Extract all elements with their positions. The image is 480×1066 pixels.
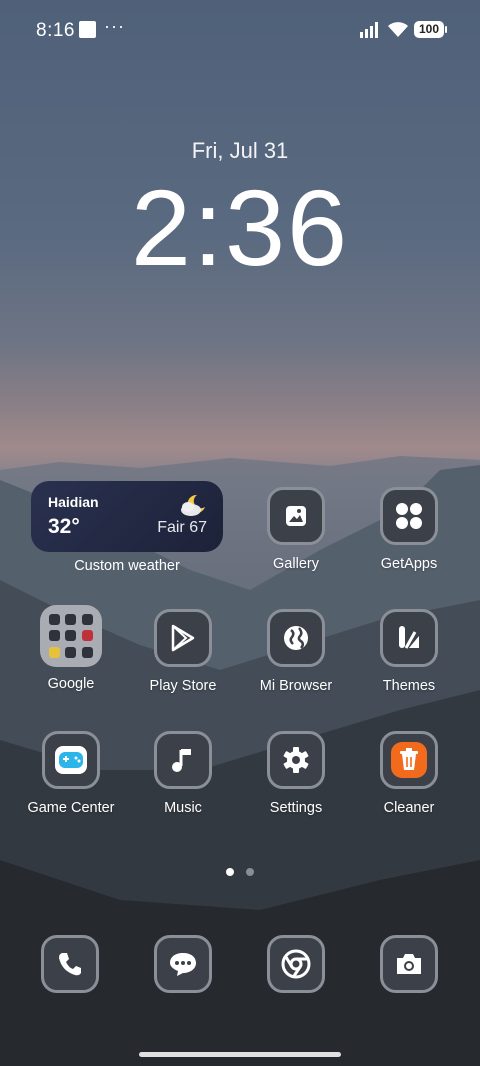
clock-widget[interactable]: 2:36 [0, 168, 480, 288]
dock-messages[interactable] [128, 935, 238, 993]
globe-icon[interactable] [267, 609, 325, 667]
more-notifications-icon: ··· [104, 16, 125, 36]
getapps-icon[interactable] [380, 487, 438, 545]
app-label: Music [164, 800, 202, 816]
dock-chrome[interactable] [241, 935, 351, 993]
app-label: Themes [382, 678, 436, 694]
app-settings[interactable]: Settings [241, 731, 351, 816]
cleaner-icon[interactable] [380, 731, 438, 789]
app-label: Cleaner [383, 800, 435, 816]
app-game-center[interactable]: Game Center [16, 731, 126, 816]
app-label: Play Store [149, 678, 217, 694]
app-label: Gallery [273, 556, 319, 572]
camera-icon[interactable] [380, 935, 438, 993]
phone-icon[interactable] [41, 935, 99, 993]
play-store-icon[interactable] [154, 609, 212, 667]
app-themes[interactable]: Themes [354, 609, 464, 694]
page-dot-active [226, 868, 234, 876]
app-cleaner[interactable]: Cleaner [354, 731, 464, 816]
app-label: Game Center [27, 800, 115, 816]
dock-camera[interactable] [354, 935, 464, 993]
chrome-icon[interactable] [267, 935, 325, 993]
cloudy-moon-icon [181, 494, 205, 516]
wifi-icon [388, 22, 408, 37]
themes-icon[interactable] [380, 609, 438, 667]
battery-icon: 100 [414, 21, 447, 38]
gear-icon[interactable] [267, 731, 325, 789]
app-music[interactable]: Music [128, 731, 238, 816]
app-mi-browser[interactable]: Mi Browser [241, 609, 351, 694]
app-label: Mi Browser [259, 678, 333, 694]
weather-condition: Fair 67 [157, 519, 207, 536]
music-note-icon[interactable] [154, 731, 212, 789]
dock-phone[interactable] [15, 935, 125, 993]
signal-icon [360, 22, 378, 38]
app-getapps[interactable]: GetApps [354, 487, 464, 572]
weather-temp: 32° [48, 515, 80, 538]
game-center-icon[interactable] [42, 731, 100, 789]
app-gallery[interactable]: Gallery [241, 487, 351, 572]
weather-widget-label: Custom weather [74, 558, 180, 574]
google-folder-icon[interactable] [40, 605, 102, 667]
app-label: Settings [269, 800, 323, 816]
app-label: GetApps [380, 556, 438, 572]
folder-google[interactable]: Google [16, 605, 126, 692]
weather-widget[interactable]: Haidian 32° Fair 67 [31, 481, 223, 552]
notification-icon [79, 21, 96, 38]
status-bar: 8:16 ··· 100 [0, 0, 480, 60]
messages-icon[interactable] [154, 935, 212, 993]
weather-city: Haidian [48, 494, 99, 510]
page-indicator [0, 863, 480, 881]
date-text: Fri, Jul 31 [191, 138, 289, 163]
app-play-store[interactable]: Play Store [128, 609, 238, 694]
app-label: Google [47, 676, 95, 692]
gallery-icon[interactable] [267, 487, 325, 545]
page-dot[interactable] [246, 868, 254, 876]
home-indicator[interactable] [139, 1052, 341, 1057]
status-time: 8:16 [36, 20, 75, 41]
